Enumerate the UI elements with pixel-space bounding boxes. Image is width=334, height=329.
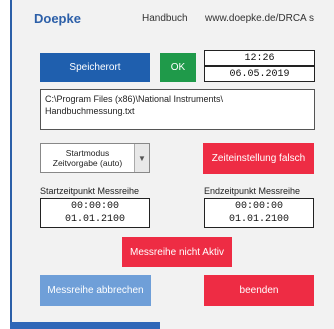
end-time-value: 00:00:00 — [234, 201, 283, 212]
file-path-line: C:\Program Files (x86)\National Instrume… — [45, 94, 224, 104]
time-display: 12:26 — [204, 50, 315, 66]
manual-link[interactable]: Handbuch — [142, 13, 188, 24]
start-mode-select[interactable]: Startmodus Zeitvorgabe (auto) ▼ — [40, 143, 150, 173]
save-location-button[interactable]: Speicherort — [40, 53, 150, 82]
end-time-display: 00:00:00 01.01.2100 — [204, 198, 314, 228]
start-time-value: 00:00:00 — [70, 201, 119, 212]
window-shadow — [10, 322, 160, 329]
file-path-field[interactable]: C:\Program Files (x86)\National Instrume… — [40, 89, 315, 130]
start-time-label: Startzeitpunkt Messreihe — [40, 186, 140, 196]
start-mode-value: Zeitvorgabe (auto) — [52, 158, 123, 168]
brand-logo: Doepke — [34, 11, 81, 26]
end-date-value: 01.01.2100 — [228, 214, 289, 225]
ok-indicator: OK — [160, 53, 196, 82]
cancel-series-button[interactable]: Messreihe abbrechen — [40, 275, 151, 306]
time-setting-button[interactable]: Zeiteinstellung falsch — [203, 143, 314, 174]
end-time-label: Endzeitpunkt Messreihe — [204, 186, 301, 196]
start-mode-label: Startmodus — [65, 148, 110, 158]
date-display: 06.05.2019 — [204, 66, 315, 82]
chevron-down-icon[interactable]: ▼ — [134, 144, 149, 172]
series-status-button[interactable]: Messreihe nicht Aktiv — [122, 237, 232, 267]
website-link[interactable]: www.doepke.de/DRCA s — [205, 13, 314, 24]
start-date-value: 01.01.2100 — [64, 214, 125, 225]
start-time-display: 00:00:00 01.01.2100 — [40, 198, 150, 228]
file-name-line: Handbuchmessung.txt — [45, 106, 135, 116]
quit-button[interactable]: beenden — [204, 275, 314, 306]
